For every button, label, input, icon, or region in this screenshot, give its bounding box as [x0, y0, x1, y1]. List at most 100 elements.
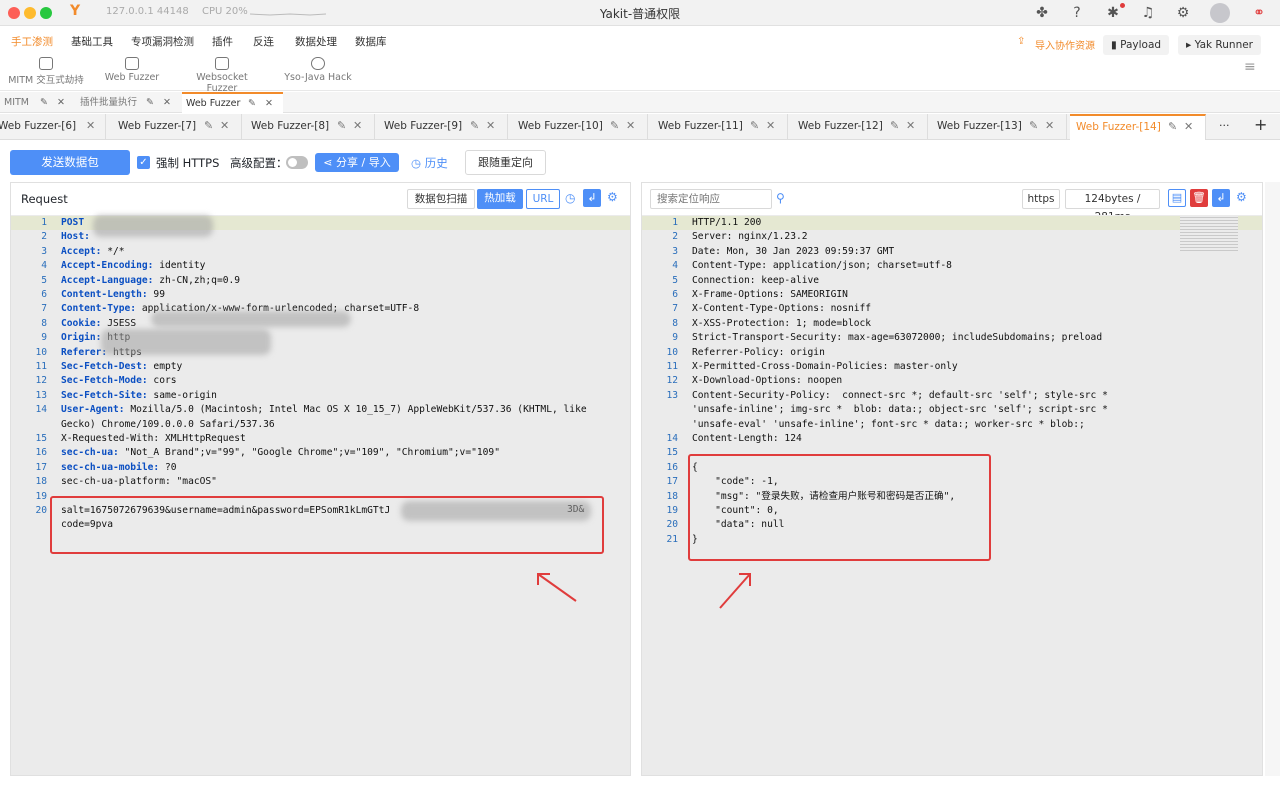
tab-fuzzer-12[interactable]: Web Fuzzer-[12] ✎ ✕ [792, 114, 928, 140]
line-number: 9 [672, 332, 678, 344]
header-key: Accept: [61, 245, 102, 257]
yak-runner-label: Yak Runner [1194, 39, 1253, 51]
edit-icon[interactable]: ✎ [890, 114, 899, 138]
history-button[interactable]: ◷ 历史 [411, 155, 448, 171]
close-icon[interactable]: ✕ [766, 114, 775, 138]
tab-plugin-batch[interactable]: 插件批量执行 ✎ ✕ [76, 92, 178, 113]
document-icon[interactable]: ▤ [1168, 189, 1186, 207]
settings-icon[interactable]: ⚙ [607, 190, 618, 204]
tab-fuzzer-7[interactable]: Web Fuzzer-[7] ✎ ✕ [112, 114, 242, 140]
settings-icon[interactable]: ⚙ [1236, 190, 1247, 204]
response-line: 5 Connection: keep-alive [642, 274, 1262, 288]
line-number: 16 [666, 461, 678, 473]
search-icon[interactable]: ⚲ [776, 191, 785, 205]
window-scrollbar[interactable] [1265, 182, 1280, 776]
edit-icon[interactable]: ✎ [470, 114, 479, 138]
close-icon[interactable]: ✕ [353, 114, 362, 138]
url-button[interactable]: URL [526, 189, 560, 209]
menu-basic-tools[interactable]: 基础工具 [71, 34, 113, 49]
tab-fuzzer-10[interactable]: Web Fuzzer-[10] ✎ ✕ [512, 114, 648, 140]
collapse-icon[interactable]: ≡ [1244, 59, 1256, 75]
send-packet-button[interactable]: 发送数据包 [10, 150, 130, 175]
tab-fuzzer-9[interactable]: Web Fuzzer-[9] ✎ ✕ [378, 114, 508, 140]
close-icon[interactable]: ✕ [163, 92, 171, 113]
edit-icon[interactable]: ✎ [204, 114, 213, 138]
gear-icon[interactable]: ⚙ [1174, 4, 1192, 22]
tool-mitm-label: MITM 交互式劫持 [8, 75, 84, 86]
history-icon[interactable]: ◷ [565, 191, 575, 205]
close-icon[interactable]: ✕ [57, 92, 65, 113]
add-tab-button[interactable]: + [1254, 115, 1267, 134]
line-text: Content-Length: 124 [692, 433, 802, 444]
close-icon[interactable]: ✕ [86, 114, 95, 138]
response-line: 8 X-XSS-Protection: 1; mode=block [642, 317, 1262, 331]
avatar[interactable] [1210, 3, 1230, 23]
edit-icon[interactable]: ✎ [610, 114, 619, 138]
link-icon[interactable]: ⚭ [1250, 4, 1268, 22]
close-icon[interactable]: ✕ [906, 114, 915, 138]
tab-fuzzer-6[interactable]: Web Fuzzer-[6] ✕ [0, 114, 106, 140]
tab-web-fuzzer[interactable]: Web Fuzzer ✎ ✕ [182, 92, 283, 113]
tool-yso-java[interactable]: Yso-Java Hack [284, 57, 352, 83]
packet-scan-button[interactable]: 数据包扫描 [407, 189, 475, 209]
hot-load-button[interactable]: 热加载 [477, 189, 523, 209]
plugin-store-icon[interactable]: ✤ [1033, 4, 1051, 22]
advanced-config-toggle[interactable] [286, 156, 308, 169]
line-text: Sec-Fetch-Mode: cors [61, 374, 177, 388]
close-icon[interactable]: ✕ [220, 114, 229, 138]
edit-icon[interactable]: ✎ [750, 114, 759, 138]
menu-reverse[interactable]: 反连 [253, 34, 274, 49]
line-number: 8 [41, 317, 47, 329]
close-icon[interactable]: ✕ [265, 94, 273, 113]
edit-icon[interactable]: ✎ [146, 92, 154, 113]
force-https-checkbox[interactable]: ✓ [137, 156, 150, 169]
fuzzer-icon [125, 57, 139, 70]
bell-icon[interactable]: ♫ [1139, 4, 1157, 22]
header-value: ?0 [159, 461, 177, 473]
search-response-input[interactable] [650, 189, 772, 209]
edit-icon[interactable]: ✎ [1029, 114, 1038, 138]
edit-icon[interactable]: ✎ [248, 94, 256, 113]
menu-plugins[interactable]: 插件 [212, 34, 233, 49]
tool-mitm[interactable]: MITM 交互式劫持 [8, 57, 84, 86]
menu-manual-pentest[interactable]: 手工渗测 [11, 34, 53, 49]
tab-fuzzer-8[interactable]: Web Fuzzer-[8] ✎ ✕ [245, 114, 375, 140]
edit-icon[interactable]: ✎ [1168, 116, 1177, 138]
line-number: 14 [666, 433, 678, 444]
close-icon[interactable]: ✕ [1045, 114, 1054, 138]
line-text: 'unsafe-eval' 'unsafe-inline'; font-src … [692, 418, 1085, 430]
line-number: 18 [666, 490, 678, 502]
tab-fuzzer-13[interactable]: Web Fuzzer-[13] ✎ ✕ [931, 114, 1067, 140]
menu-vuln-detection[interactable]: 专项漏洞检测 [131, 34, 194, 49]
line-text: Content-Type: application/json; charset=… [692, 260, 952, 272]
menu-database[interactable]: 数据库 [355, 34, 387, 49]
request-editor[interactable]: 1 POST 2 Host: 3 Accept: */* 4 Accept-Encodin… [11, 215, 630, 775]
tool-web-fuzzer[interactable]: Web Fuzzer [104, 57, 160, 83]
help-icon[interactable]: ? [1068, 4, 1086, 22]
line-number: 12 [35, 375, 47, 387]
share-import-button[interactable]: ⋖ 分享 / 导入 [315, 153, 399, 172]
wrap-icon[interactable]: ↲ [1212, 189, 1230, 207]
delete-icon[interactable]: 🗑 [1190, 189, 1208, 207]
more-tabs-button[interactable]: ··· [1219, 119, 1230, 132]
yak-runner-button[interactable]: ▸ Yak Runner [1178, 35, 1261, 55]
wrap-icon[interactable]: ↲ [583, 189, 601, 207]
tab-fuzzer-11[interactable]: Web Fuzzer-[11] ✎ ✕ [652, 114, 788, 140]
line-number: 5 [41, 274, 47, 286]
import-resource-link[interactable]: 导入协作资源 [1035, 37, 1095, 52]
import-icon: ⇪ [1017, 36, 1026, 47]
follow-redirect-button[interactable]: 跟随重定向 [465, 150, 546, 175]
close-icon[interactable]: ✕ [486, 114, 495, 138]
menu-data-processing[interactable]: 数据处理 [295, 34, 337, 49]
payload-button[interactable]: ▮ Payload [1103, 35, 1170, 55]
tab-fuzzer-14[interactable]: Web Fuzzer-[14] ✎ ✕ [1070, 114, 1206, 140]
edit-icon[interactable]: ✎ [337, 114, 346, 138]
edit-icon[interactable]: ✎ [40, 92, 48, 113]
line-text: User-Agent: Mozilla/5.0 (Macintosh; Inte… [61, 403, 587, 417]
tab-mitm[interactable]: MITM ✎ ✕ [0, 92, 72, 113]
tab-label: MITM [4, 97, 29, 108]
close-icon[interactable]: ✕ [626, 114, 635, 138]
close-icon[interactable]: ✕ [1184, 116, 1193, 138]
bug-icon[interactable]: ✱ [1104, 4, 1122, 22]
tool-websocket-fuzzer[interactable]: Websocket Fuzzer [180, 57, 264, 94]
